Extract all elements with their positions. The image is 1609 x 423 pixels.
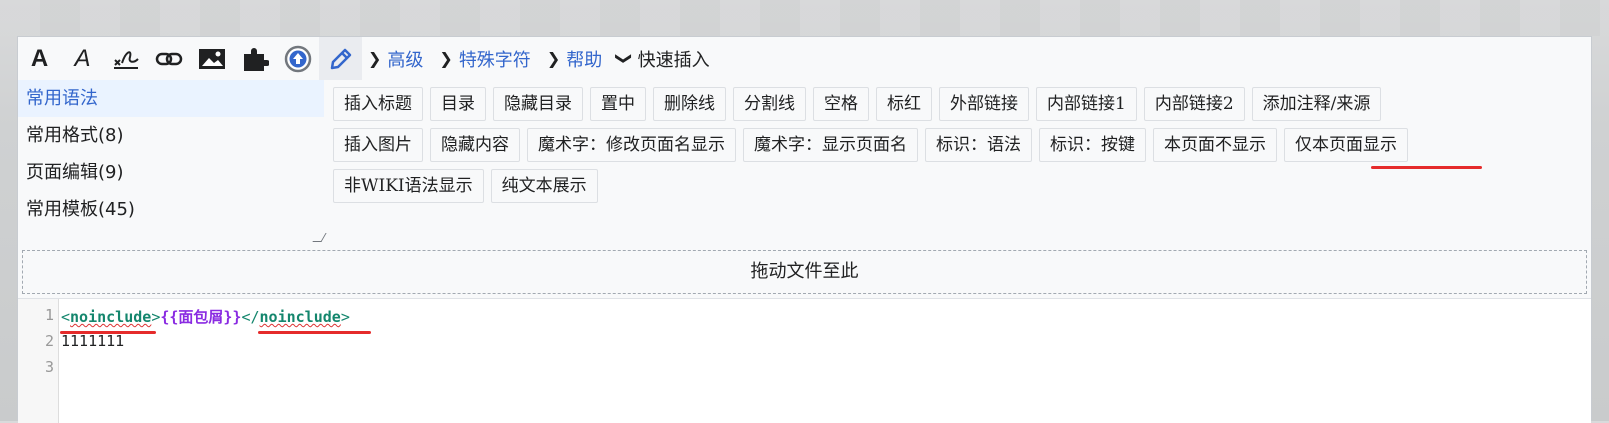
code-editor[interactable]: 1 2 3 <noinclude>{{面包屑}}</noinclude> 111…: [18, 298, 1591, 423]
file-drop-zone[interactable]: 拖动文件至此: [22, 250, 1587, 294]
annotation-underline: [258, 331, 371, 334]
signature-button[interactable]: [104, 37, 147, 80]
chevron-down-icon: ❯: [615, 51, 635, 66]
annotation-underline: [1371, 166, 1482, 169]
snippet-magic-word-page-name[interactable]: 魔术字：显示页面名: [743, 128, 918, 162]
line-number: 2: [44, 332, 54, 350]
menu-special-characters[interactable]: ❯ 特殊字符: [433, 37, 540, 80]
italic-button[interactable]: A: [61, 37, 104, 80]
snippet-insert-heading[interactable]: 插入标题: [333, 87, 423, 121]
menu-quick-insert-label: 快速插入: [637, 49, 710, 71]
snippet-add-reference[interactable]: 添加注释/来源: [1251, 87, 1382, 121]
pencil-icon: [330, 48, 351, 69]
signature-icon: [113, 50, 139, 69]
line-number: 1: [44, 306, 54, 324]
wikitext-editor: A A ❯ 高级 ❯ 特殊字符 ❯ 帮助 ❯ 快速插入 常用语法 常用格式(8)…: [17, 36, 1592, 423]
tag-end-open-bracket: </: [241, 308, 260, 326]
image-icon: [198, 48, 225, 69]
image-button[interactable]: [190, 37, 233, 80]
upload-icon: [284, 45, 311, 72]
snippet-internal-link-2[interactable]: 内部链接2: [1143, 87, 1245, 121]
menu-help-label: 帮助: [566, 49, 603, 71]
annotation-underline: [60, 331, 156, 334]
chevron-right-icon: ❯: [439, 49, 453, 68]
code-line-2[interactable]: 1111111: [61, 332, 124, 350]
snippet-external-link[interactable]: 外部链接: [939, 87, 1029, 121]
snippet-noinclude[interactable]: 本页面不显示: [1153, 128, 1277, 162]
snippet-row: 非WIKI语法显示 纯文本展示: [333, 169, 1583, 203]
snippet-row: 插入图片 隐藏内容 魔术字：修改页面名显示 魔术字：显示页面名 标识：语法 标识…: [333, 128, 1583, 162]
edit-mode-button[interactable]: [319, 37, 362, 80]
line-number-gutter: 1 2 3: [18, 299, 59, 423]
breadcrumb-template: {{面包屑}}: [160, 308, 242, 326]
bold-icon: A: [30, 44, 49, 72]
chevron-right-icon: ❯: [368, 49, 382, 68]
sidebar-item-common-syntax[interactable]: 常用语法: [18, 80, 324, 117]
chevron-right-icon: ❯: [546, 49, 561, 68]
tag-close-bracket: >: [151, 308, 161, 326]
menu-special-characters-label: 特殊字符: [458, 49, 531, 71]
quick-insert-sidebar: 常用语法 常用格式(8) 页面编辑(9) 常用模板(45): [18, 80, 327, 243]
bold-button[interactable]: A: [18, 37, 61, 80]
tag-open-bracket: <: [61, 308, 71, 326]
snippet-strikethrough[interactable]: 删除线: [653, 87, 726, 121]
line-number: 3: [44, 358, 54, 376]
snippet-tag-key[interactable]: 标识：按键: [1039, 128, 1146, 162]
snippet-space[interactable]: 空格: [813, 87, 869, 121]
snippet-red-text[interactable]: 标红: [876, 87, 932, 121]
snippet-tag-syntax[interactable]: 标识：语法: [925, 128, 1032, 162]
code-line-1[interactable]: <noinclude>{{面包屑}}</noinclude>: [61, 306, 350, 327]
snippet-insert-image[interactable]: 插入图片: [333, 128, 423, 162]
italic-icon: A: [74, 44, 91, 72]
sidebar-item-common-templates[interactable]: 常用模板(45): [18, 191, 324, 228]
menu-quick-insert[interactable]: ❯ 快速插入: [612, 37, 719, 80]
tag-close-bracket: >: [340, 308, 350, 326]
menu-help[interactable]: ❯ 帮助: [541, 37, 612, 80]
snippet-nowiki[interactable]: 非WIKI语法显示: [333, 169, 484, 203]
link-icon: [155, 52, 182, 65]
noinclude-open-tag: noinclude: [70, 308, 152, 326]
snippet-hide-toc[interactable]: 隐藏目录: [493, 87, 583, 121]
snippet-plain-text[interactable]: 纯文本展示: [490, 169, 598, 203]
template-button[interactable]: [233, 37, 276, 80]
snippet-center[interactable]: 置中: [590, 87, 646, 121]
resize-handle[interactable]: [312, 233, 327, 242]
noinclude-close-tag: noinclude: [259, 308, 341, 326]
page-background: [0, 0, 1609, 36]
editor-toolbar: A A ❯ 高级 ❯ 特殊字符 ❯ 帮助 ❯ 快速插入: [18, 37, 1591, 81]
template-puzzle-icon: [243, 47, 269, 71]
snippet-buttons: 插入标题 目录 隐藏目录 置中 删除线 分割线 空格 标红 外部链接 内部链接1…: [333, 87, 1583, 210]
drop-zone-label: 拖动文件至此: [750, 261, 859, 282]
snippet-toc[interactable]: 目录: [430, 87, 486, 121]
snippet-row: 插入标题 目录 隐藏目录 置中 删除线 分割线 空格 标红 外部链接 内部链接1…: [333, 87, 1583, 121]
menu-advanced-label: 高级: [387, 49, 424, 71]
menu-advanced[interactable]: ❯ 高级: [362, 37, 433, 80]
snippet-onlyinclude[interactable]: 仅本页面显示: [1284, 128, 1408, 162]
link-button[interactable]: [147, 37, 190, 80]
snippet-magic-word-display-title[interactable]: 魔术字：修改页面名显示: [527, 128, 736, 162]
snippet-internal-link-1[interactable]: 内部链接1: [1036, 87, 1137, 121]
quick-insert-panel: 常用语法 常用格式(8) 页面编辑(9) 常用模板(45) 插入标题 目录 隐藏…: [18, 80, 1591, 243]
snippet-hidden-content[interactable]: 隐藏内容: [430, 128, 520, 162]
sidebar-item-common-format[interactable]: 常用格式(8): [18, 117, 324, 154]
upload-button[interactable]: [276, 37, 319, 80]
snippet-divider[interactable]: 分割线: [733, 87, 806, 121]
sidebar-item-page-edit[interactable]: 页面编辑(9): [18, 154, 324, 191]
